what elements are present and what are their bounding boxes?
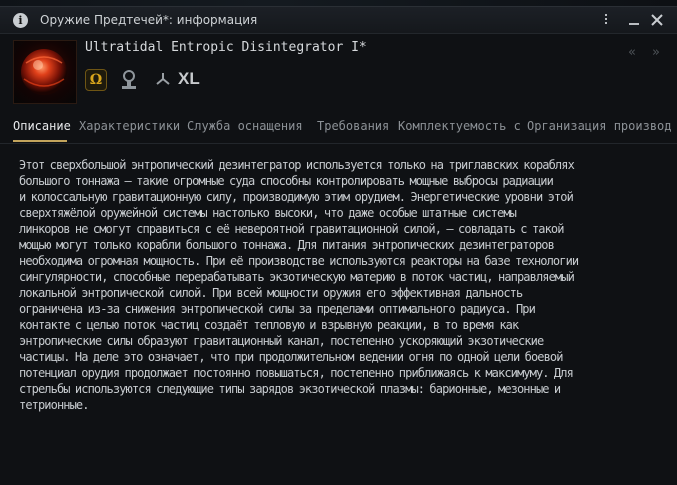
size-class-label: XL (178, 69, 200, 88)
item-name: Ultratidal Entropic Disintegrator I* (85, 40, 367, 55)
minimize-icon[interactable] (626, 10, 642, 28)
description-line: необходима огромная мощность. При её про… (19, 254, 579, 268)
description-line: частицы. На деле это означает, что при п… (19, 350, 563, 364)
entropic-disintegrator-icon[interactable] (13, 40, 77, 104)
forward-arrow-icon[interactable]: » (652, 45, 660, 60)
omega-icon[interactable]: Ω (85, 69, 107, 91)
description-line: тетрионные. (19, 398, 89, 412)
description-line: Этот сверхбольшой энтропический дезинтег… (19, 158, 575, 172)
tab-bar: Описание Характеристики Служба оснащения… (0, 115, 677, 144)
description-line: линкоров не смогут справиться с её невер… (19, 222, 564, 236)
tab-requirements[interactable]: Требования (317, 119, 389, 133)
description-line: потенциал орудия продолжает постоянно по… (19, 366, 574, 380)
hardpoint-icon[interactable] (153, 69, 173, 89)
description-line: локальной энтропической силой. При всей … (19, 286, 523, 300)
item-header: Ultratidal Entropic Disintegrator I* Ω X… (0, 34, 677, 114)
description-line: сверхтяжёлой оружейной системы настолько… (19, 206, 517, 220)
info-icon[interactable]: i (13, 13, 28, 28)
active-tab-indicator (13, 140, 67, 142)
description-line: и колоссальную гравитационную силу, прои… (19, 190, 574, 204)
tab-fitting-service[interactable]: Служба оснащения (187, 119, 303, 133)
back-arrow-icon[interactable]: « (628, 45, 636, 60)
tab-industry[interactable]: Организация производ (527, 119, 672, 133)
more-options-icon[interactable] (603, 12, 609, 28)
description-line: сингулярности, способные перерабатывать … (19, 270, 575, 284)
description-text: Этот сверхбольшой энтропический дезинтег… (19, 157, 659, 413)
tab-compatibility[interactable]: Комплектуемость с (398, 119, 521, 133)
title-bar[interactable]: i Оружие Предтечей*: информация (0, 7, 677, 34)
description-line: мощью могут только корабли большого тонн… (19, 238, 555, 252)
tab-description[interactable]: Описание (13, 119, 71, 133)
description-line: контакте с целью поток частиц создаёт те… (19, 318, 519, 332)
description-line: ограничена из-за снижения энтропической … (19, 302, 536, 316)
description-line: стрельбы используются следующие типы зар… (19, 382, 561, 396)
window-title: Оружие Предтечей*: информация (40, 13, 258, 27)
tab-attributes[interactable]: Характеристики (79, 119, 180, 133)
skill-icon[interactable] (119, 69, 139, 89)
close-icon[interactable] (650, 12, 664, 26)
description-line: большого тоннажа – такие огромные суда с… (19, 174, 554, 188)
description-line: энтропические силы образуют гравитационн… (19, 334, 544, 348)
info-window: i Оружие Предтечей*: информация Ultratid… (0, 6, 677, 485)
